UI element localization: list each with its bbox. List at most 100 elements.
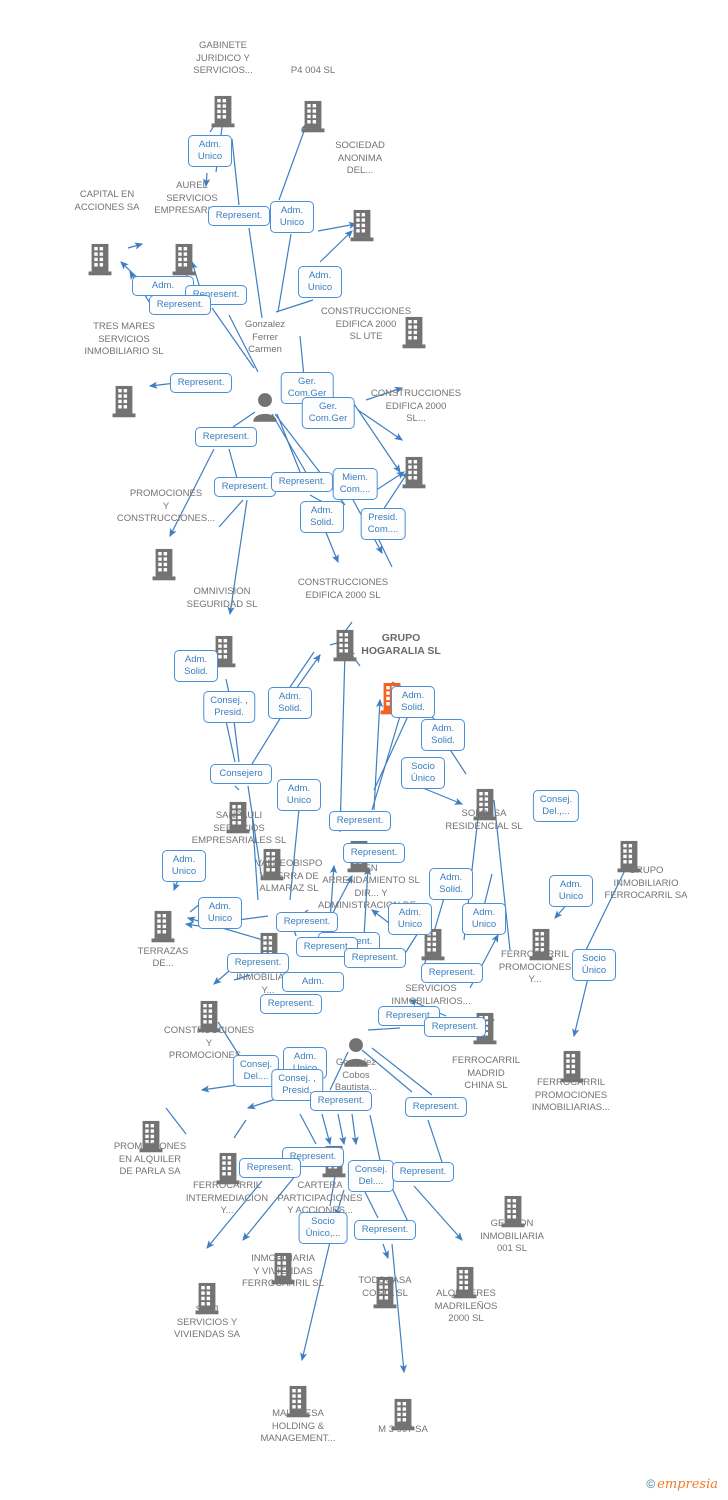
node-label: SOCIEDAD ANONIMA DEL... bbox=[335, 140, 385, 176]
relation-label-box[interactable]: Represent. bbox=[214, 477, 276, 497]
relation-label-box[interactable]: Adm. Unico bbox=[188, 135, 232, 167]
building-icon bbox=[104, 548, 224, 582]
relation-label-box[interactable]: Consejero bbox=[210, 764, 272, 784]
edge bbox=[337, 1113, 347, 1146]
relation-label-box[interactable]: Represent. bbox=[271, 472, 333, 492]
edge bbox=[572, 977, 589, 1038]
node-label: Gonzalez Ferrer Carmen bbox=[244, 319, 286, 355]
graph-node-company[interactable] bbox=[302, 209, 422, 243]
edge bbox=[278, 121, 308, 201]
relation-label-box[interactable]: Represent. bbox=[260, 994, 322, 1014]
graph-node-company[interactable] bbox=[64, 385, 184, 419]
relation-label-box[interactable]: Adm. bbox=[282, 972, 344, 992]
edge bbox=[377, 537, 393, 568]
relation-label-box[interactable]: Adm. Unico bbox=[198, 897, 242, 929]
building-icon bbox=[124, 243, 244, 277]
relation-label-box[interactable]: Adm. Unico bbox=[462, 903, 506, 935]
relation-label-box[interactable]: Adm. Unico bbox=[277, 779, 321, 811]
relation-label-box[interactable]: Consej. Del.,... bbox=[532, 790, 580, 822]
node-label: SERVICIOS INMOBILIARIOS... bbox=[391, 983, 471, 1007]
node-label: ALQUILERES MADRILEÑOS 2000 SL bbox=[434, 1288, 498, 1324]
relation-label-box[interactable]: Represent. bbox=[344, 948, 406, 968]
relation-label-box[interactable]: Socio Único,... bbox=[298, 1212, 348, 1244]
edge bbox=[237, 915, 269, 921]
node-label: FERROCARRIL PROMOCIONES INMOBILIARIAS... bbox=[531, 1077, 611, 1113]
relation-label-box[interactable]: Adm. Unico bbox=[298, 266, 342, 298]
relation-label-box[interactable]: Represent. bbox=[170, 373, 232, 393]
relation-label-box[interactable]: Adm. Solid. bbox=[421, 719, 465, 751]
building-icon bbox=[302, 209, 422, 243]
copyright-symbol: © bbox=[646, 1477, 656, 1491]
edge bbox=[321, 1113, 332, 1146]
edge bbox=[277, 233, 292, 313]
relation-label-box[interactable]: Presid. Com.... bbox=[360, 508, 406, 540]
edge bbox=[367, 1027, 401, 1031]
node-label: GRUPO HOGARALIA SL bbox=[361, 632, 441, 657]
relation-label-box[interactable]: Represent. bbox=[392, 1162, 454, 1182]
relation-label-box[interactable]: Represent. bbox=[276, 912, 338, 932]
relation-label-box[interactable]: Adm. Solid. bbox=[174, 650, 218, 682]
building-icon bbox=[64, 385, 184, 419]
edge bbox=[225, 720, 236, 763]
relation-label-box[interactable]: Consej. Del.... bbox=[347, 1160, 395, 1192]
relation-label-box[interactable]: Adm. Solid. bbox=[300, 501, 344, 533]
building-icon bbox=[253, 100, 373, 134]
relation-label-box[interactable]: Adm. Solid. bbox=[429, 868, 473, 900]
relation-label-box[interactable]: Represent. bbox=[329, 811, 391, 831]
edge bbox=[371, 715, 401, 811]
edge bbox=[248, 227, 263, 319]
edge bbox=[339, 650, 349, 833]
relation-label-box[interactable]: Represent. bbox=[227, 953, 289, 973]
relation-label-box[interactable]: Represent. bbox=[239, 1158, 301, 1178]
edge bbox=[276, 413, 301, 473]
edge bbox=[228, 448, 238, 479]
relation-label-box[interactable]: Represent. bbox=[208, 206, 270, 226]
edge bbox=[233, 1119, 247, 1139]
relation-label-box[interactable]: Represent. bbox=[343, 843, 405, 863]
node-label: OMNIVISION SEGURIDAD SL bbox=[186, 586, 258, 610]
relation-label-box[interactable]: Socio Único bbox=[401, 757, 445, 789]
edge bbox=[234, 785, 240, 791]
relation-label-box[interactable]: Represent. bbox=[421, 963, 483, 983]
node-label: CONSTRUCCIONES EDIFICA 2000 SL... bbox=[370, 388, 462, 424]
node-label: MALUBESA HOLDING & MANAGEMENT... bbox=[260, 1408, 336, 1444]
relation-label-box[interactable]: Consej. , Presid. bbox=[203, 691, 255, 723]
relation-label-box[interactable]: Miem. Com.... bbox=[332, 468, 378, 500]
relation-label-box[interactable]: Represent. bbox=[310, 1091, 372, 1111]
edge bbox=[233, 720, 240, 763]
graph-node-company[interactable] bbox=[253, 100, 373, 134]
relation-label-box[interactable]: Represent. bbox=[149, 295, 211, 315]
edge bbox=[373, 698, 384, 811]
node-label: SANPAULI SERVICIOS EMPRESARIALES SL bbox=[191, 810, 287, 846]
relation-label-box[interactable]: Represent. bbox=[354, 1220, 416, 1240]
node-label: P4 004 SL bbox=[290, 65, 336, 76]
relation-label-box[interactable]: Represent. bbox=[424, 1017, 486, 1037]
node-label: CONSTRUCCIONES EDIFICA 2000 SL UTE bbox=[320, 306, 412, 342]
edge bbox=[351, 1113, 359, 1146]
relation-label-box[interactable]: Adm. Solid. bbox=[391, 686, 435, 718]
edge bbox=[275, 299, 314, 313]
relation-label-box[interactable]: Adm. Unico bbox=[270, 201, 314, 233]
edge bbox=[251, 716, 282, 765]
relation-label-box[interactable]: Represent. bbox=[195, 427, 257, 447]
edge bbox=[299, 1113, 317, 1145]
edge bbox=[324, 529, 339, 564]
node-label: SOLCASA RESIDENCIAL SL bbox=[445, 808, 523, 832]
edge bbox=[448, 747, 467, 775]
relation-label-box[interactable]: Represent. bbox=[405, 1097, 467, 1117]
relation-label-box[interactable]: Adm. Unico bbox=[162, 850, 206, 882]
relation-label-box[interactable]: Adm. Unico bbox=[549, 875, 593, 907]
relation-label-box[interactable]: Ger. Com.Ger bbox=[301, 397, 355, 429]
node-label: CONSTRUCCIONES EDIFICA 2000 SL bbox=[297, 577, 389, 601]
node-label: GESTION INMOBILIARIA 001 SL bbox=[480, 1218, 544, 1254]
node-label: TRES MARES SERVICIOS INMOBILIARIO SL bbox=[84, 321, 164, 357]
relation-label-box[interactable]: Socio Único bbox=[572, 949, 616, 981]
graph-node-company[interactable] bbox=[104, 548, 224, 582]
node-label: M 3 007 SA bbox=[378, 1424, 428, 1435]
graph-node-company[interactable] bbox=[124, 243, 244, 277]
node-label: S V J SERVICIOS Y VIVIENDAS SA bbox=[174, 1304, 240, 1340]
brand-name: empresia bbox=[657, 1477, 718, 1492]
relation-label-box[interactable]: Adm. Unico bbox=[388, 903, 432, 935]
edge bbox=[218, 499, 244, 528]
relation-label-box[interactable]: Adm. Solid. bbox=[268, 687, 312, 719]
